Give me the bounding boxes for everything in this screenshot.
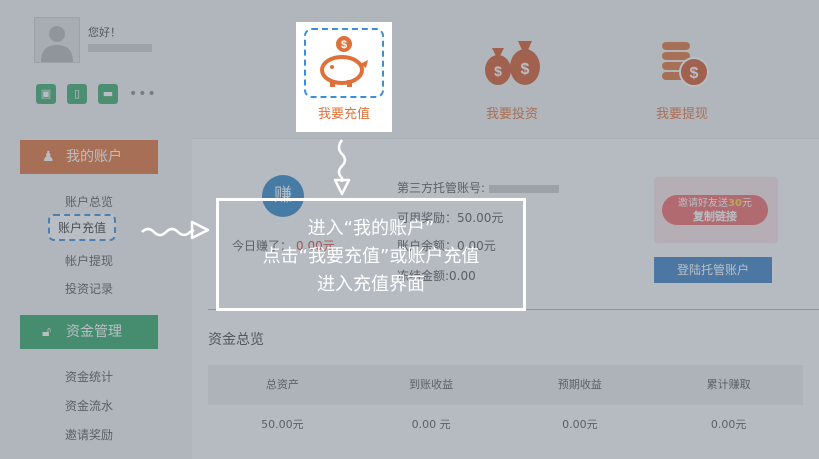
value-total-assets: 50.00元 <box>261 418 304 431</box>
avatar[interactable] <box>34 17 80 63</box>
menu-item-account-overview[interactable]: 账户总览 <box>65 193 113 210</box>
quick-icons: ▣ ▯ ▬ ••• <box>36 84 156 104</box>
menu-item-fund-flow[interactable]: 资金流水 <box>65 397 113 414</box>
more-icon[interactable]: ••• <box>129 84 156 104</box>
table-row: 50.00元 0.00 元 0.00元 0.00元 <box>208 405 803 445</box>
menu-item-fund-statistics[interactable]: 资金统计 <box>65 368 113 385</box>
lock-icon: 🔓︎ <box>42 324 52 340</box>
trust-account-number: 第三方托管账号: <box>397 179 560 196</box>
svg-text:$: $ <box>494 63 502 79</box>
header-expected-income: 预期收益 <box>557 378 602 391</box>
arrow-right-icon <box>141 220 210 240</box>
copy-link[interactable]: 复制链接 <box>693 210 737 223</box>
user-icon: ♟ <box>42 149 55 165</box>
callout-line-3: 进入充值界面 <box>317 274 425 295</box>
menu-item-invite-rewards[interactable]: 邀请奖励 <box>65 426 113 443</box>
value-total-earned: 0.00元 <box>710 418 747 431</box>
fund-overview-table: 总资产 到账收益 预期收益 累计赚取 50.00元 0.00 元 0.00元 0… <box>208 365 803 445</box>
header-received-income: 到账收益 <box>409 378 454 391</box>
coin-stack-icon: $ <box>662 42 709 87</box>
arrow-down-icon <box>333 139 351 196</box>
menu-header-fund-management[interactable]: 🔓︎ 资金管理 <box>20 315 158 349</box>
login-trust-account-button[interactable]: 登陆托管账户 <box>654 257 772 283</box>
table-header: 总资产 到账收益 预期收益 累计赚取 <box>208 365 803 405</box>
header-total-assets: 总资产 <box>265 378 299 391</box>
withdraw-action[interactable]: $ 我要提现 <box>634 22 730 132</box>
svg-text:$: $ <box>521 61 530 78</box>
value-received-income: 0.00 元 <box>411 418 451 431</box>
value-expected-income: 0.00元 <box>562 418 598 431</box>
header-total-earned: 累计赚取 <box>706 378 751 391</box>
highlight-frame <box>304 28 384 98</box>
money-bags-icon: $ $ <box>485 41 540 85</box>
username-masked <box>88 44 152 52</box>
invite-pill[interactable]: 邀请好友送30元 复制链接 <box>662 195 768 225</box>
greeting-text: 您好！ <box>88 26 121 39</box>
profile-card: 您好！ ▣ ▯ ▬ ••• <box>34 14 158 114</box>
bank-card-icon[interactable]: ▬ <box>98 84 118 104</box>
menu-item-investment-records[interactable]: 投资记录 <box>65 280 113 297</box>
svg-text:$: $ <box>690 65 699 82</box>
invite-banner[interactable]: 邀请好友送30元 复制链接 <box>654 177 778 243</box>
recharge-action[interactable]: $ 我要充值 <box>296 22 392 132</box>
invest-action[interactable]: $ $ 我要投资 <box>464 22 560 132</box>
callout-line-1: 进入“我的账户” <box>307 218 435 239</box>
phone-icon[interactable]: ▯ <box>67 84 87 104</box>
fund-overview-title: 资金总览 <box>208 332 264 348</box>
instruction-callout: 进入“我的账户” 点击“我要充值”或账户充值 进入充值界面 <box>216 198 526 311</box>
id-card-icon[interactable]: ▣ <box>36 84 56 104</box>
user-silhouette-icon <box>41 26 73 62</box>
sidebar: 您好！ ▣ ▯ ▬ ••• ♟ 我的账户 账户总览 账户充值 帐户提现 投资记录… <box>20 0 160 459</box>
menu-item-withdraw[interactable]: 帐户提现 <box>65 252 113 269</box>
menu-header-my-account[interactable]: ♟ 我的账户 <box>20 140 158 174</box>
trust-account-masked <box>489 184 560 193</box>
menu-item-account-recharge[interactable]: 账户充值 <box>48 214 117 241</box>
callout-line-2: 点击“我要充值”或账户充值 <box>262 246 480 267</box>
